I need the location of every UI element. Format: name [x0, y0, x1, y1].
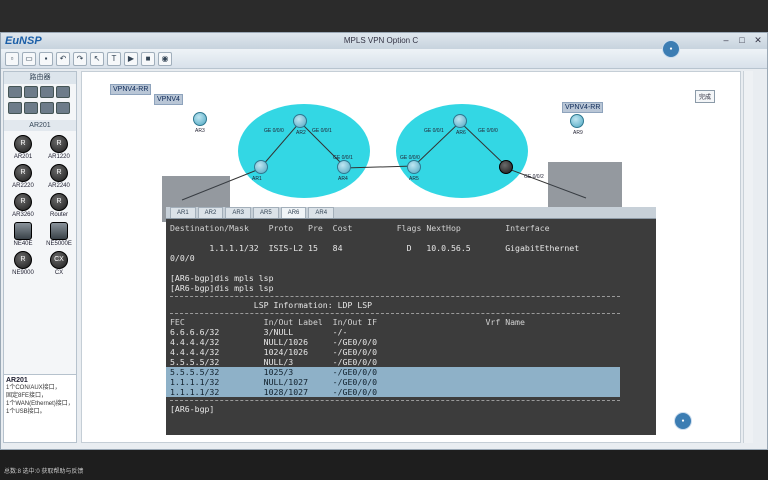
interface-label: GE 0/0/2 [524, 174, 544, 180]
tab-ar3[interactable]: AR3 [225, 207, 252, 218]
divider [170, 296, 620, 297]
route-entry-cont: 0/0/0 [170, 253, 195, 263]
interface-label: GE 0/0/1 [424, 128, 444, 134]
router-ar6[interactable] [453, 114, 467, 128]
node-label: AR6 [456, 130, 466, 136]
lsp-row: 4.4.4.4/32 1024/1026 -/GE0/0/0 [170, 347, 378, 357]
divider [170, 313, 620, 314]
lsp-row: 6.6.6.6/32 3/NULL -/- [170, 327, 348, 337]
lsp-row-highlighted: 1.1.1.1/32 NULL/1027 -/GE0/0/0 [166, 377, 620, 387]
router-ar7[interactable] [499, 160, 513, 174]
tab-ar4[interactable]: AR4 [308, 207, 335, 218]
router-ar4[interactable] [337, 160, 351, 174]
node-label: AR9 [573, 130, 583, 136]
node-label: AR5 [409, 176, 419, 182]
status-text: 总数:8 选中:0 获取帮助与反馈 [4, 469, 84, 475]
divider [170, 400, 620, 401]
node-label: AR2 [296, 130, 306, 136]
router-ar5[interactable] [407, 160, 421, 174]
cli-prompt[interactable]: [AR6-bgp] [170, 404, 652, 414]
route-entry: 1.1.1.1/32 ISIS-L2 15 84 D 10.0.56.5 Gig… [170, 243, 580, 253]
lsp-title: LSP Information: LDP LSP [170, 300, 373, 310]
interface-label: GE 0/0/1 [312, 128, 332, 134]
route-table-header: Destination/Mask Proto Pre Cost Flags Ne… [170, 223, 550, 233]
router-ar1[interactable] [254, 160, 268, 174]
tab-ar1[interactable]: AR1 [170, 207, 196, 218]
tab-ar5[interactable]: AR5 [253, 207, 279, 218]
lsp-row: 4.4.4.4/32 NULL/1026 -/GE0/0/0 [170, 337, 378, 347]
command-line: [AR6-bgp]dis mpls lsp [170, 273, 274, 283]
link-line [343, 165, 415, 169]
interface-label: GE 0/0/0 [264, 128, 284, 134]
router-ar3[interactable] [193, 112, 207, 126]
router-ar2[interactable] [293, 114, 307, 128]
cli-terminal[interactable]: Destination/Mask Proto Pre Cost Flags Ne… [166, 219, 656, 435]
interface-label: GE 0/0/0 [478, 128, 498, 134]
avatar: ● [674, 412, 692, 430]
tab-ar2[interactable]: AR2 [197, 207, 224, 218]
lsp-column-header: FEC In/Out Label In/Out IF Vrf Name [170, 317, 525, 327]
router-ar9[interactable] [570, 114, 584, 128]
lsp-row: 5.5.5.5/32 NULL/3 -/GE0/0/0 [170, 357, 378, 367]
node-label: AR1 [252, 176, 262, 182]
terminal-tabs: AR1 AR2 AR3 AR5 AR6 AR4 [166, 207, 656, 219]
node-label: AR3 [195, 128, 205, 134]
interface-label: GE 0/0/0 [400, 155, 420, 161]
interface-label: GE 0/0/1 [333, 155, 353, 161]
lsp-row-highlighted: 1.1.1.1/32 1028/1027 -/GE0/0/0 [166, 387, 620, 397]
tab-ar6[interactable]: AR6 [280, 207, 307, 218]
node-label: AR4 [338, 176, 348, 182]
avatar: ● [662, 40, 680, 58]
command-line: [AR6-bgp]dis mpls lsp [170, 283, 274, 293]
lsp-row-highlighted: 5.5.5.5/32 1025/3 -/GE0/0/0 [166, 367, 620, 377]
status-bar: 总数:8 选中:0 获取帮助与反馈 [0, 450, 768, 480]
